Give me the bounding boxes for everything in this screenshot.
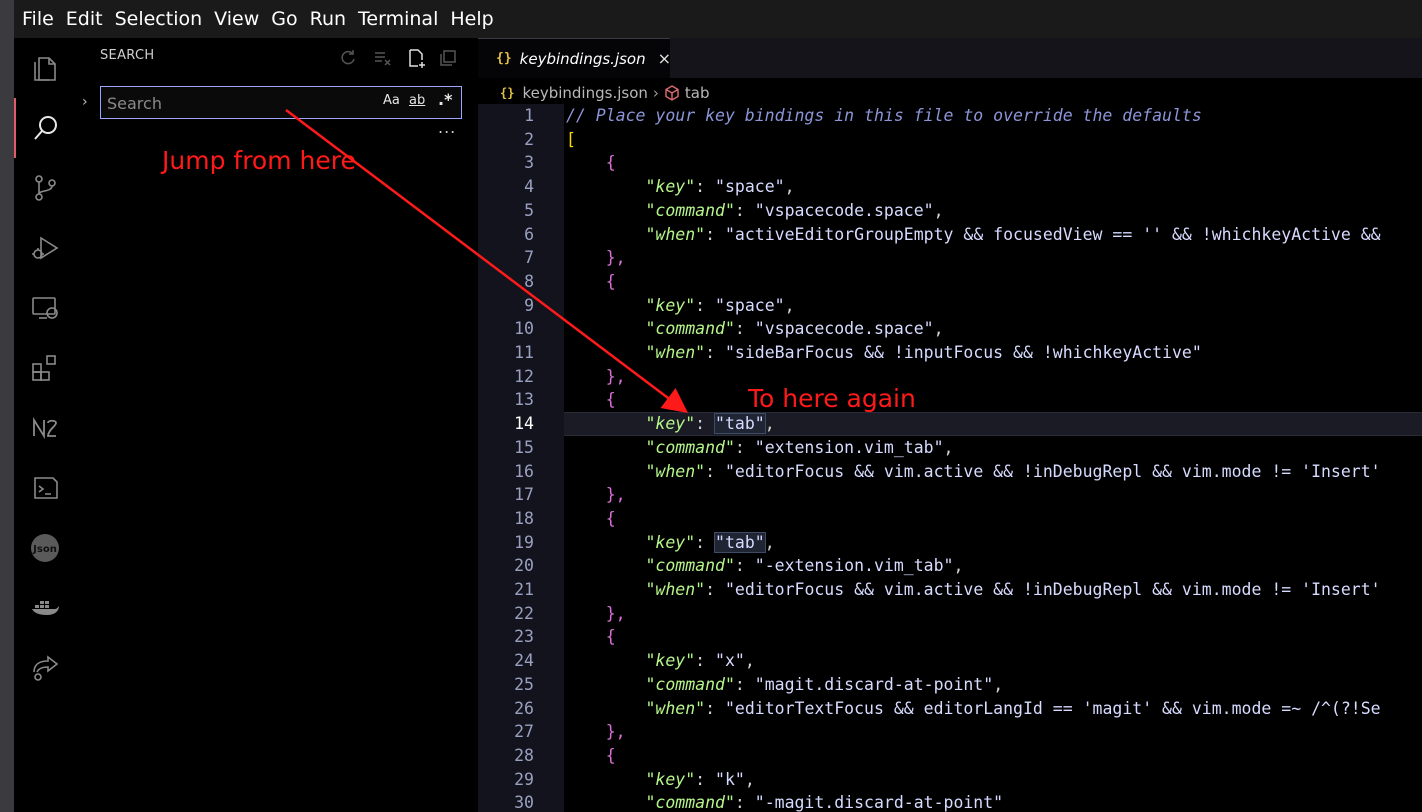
terminal-icon[interactable] [14, 458, 76, 518]
code-line: 29 "key": "k", [514, 769, 755, 789]
code-line: 7 }, [524, 248, 626, 268]
whole-word-icon[interactable]: ab [409, 93, 425, 108]
json-file-icon: {} [500, 86, 515, 100]
cube-icon [665, 85, 679, 101]
sidebar-title: SEARCH [100, 48, 155, 63]
breadcrumb-symbol[interactable]: tab [685, 84, 710, 102]
search-input[interactable] [107, 91, 367, 115]
editor-area: {} keybindings.json × {} keybindings.jso… [478, 38, 1422, 812]
refresh-icon[interactable] [338, 48, 358, 68]
code-line: 15 "command": "extension.vim_tab", [514, 437, 954, 457]
code-line: 11 "when": "sideBarFocus && !inputFocus … [514, 343, 1202, 362]
activity-bar: Json [14, 38, 76, 812]
run-debug-icon[interactable] [14, 218, 76, 278]
clear-results-icon[interactable] [372, 48, 392, 68]
docker-icon[interactable] [14, 578, 76, 638]
menu-help[interactable]: Help [450, 8, 493, 30]
search-icon[interactable] [14, 98, 76, 158]
code-line: 3 { [524, 153, 616, 173]
code-line: 28 { [514, 745, 616, 765]
remote-explorer-icon[interactable] [14, 278, 76, 338]
code-line: 13 { [514, 390, 616, 410]
code-line: 27 }, [514, 722, 626, 742]
window-border [0, 0, 14, 812]
code-line: 17 }, [514, 485, 626, 505]
code-line: 8 { [524, 271, 616, 291]
svg-text:Json: Json [32, 544, 57, 555]
code-line: 20 "command": "-extension.vim_tab", [514, 556, 964, 576]
menu-go[interactable]: Go [271, 8, 297, 30]
menu-view[interactable]: View [214, 8, 259, 30]
match-case-icon[interactable]: Aa [383, 93, 400, 108]
code-line: 4 "key": "space", [524, 177, 795, 197]
code-line: 16 "when": "editorFocus && vim.active &&… [514, 461, 1381, 481]
live-share-icon[interactable] [14, 638, 76, 698]
menu-edit[interactable]: Edit [66, 8, 103, 30]
replace-toggle-icon[interactable]: › [82, 94, 88, 110]
extensions-icon[interactable] [14, 338, 76, 398]
tab-keybindings-json[interactable]: {} keybindings.json × [478, 38, 671, 78]
code-line: 9 "key": "space", [524, 295, 795, 315]
explorer-icon[interactable] [14, 38, 76, 98]
code-line: 18 { [514, 508, 616, 528]
toggle-search-details-icon[interactable]: ... [438, 118, 456, 137]
menu-run[interactable]: Run [310, 8, 346, 30]
breadcrumb-separator: › [652, 84, 659, 102]
code-line: 23 { [514, 627, 616, 647]
menu-selection[interactable]: Selection [115, 8, 203, 30]
json-file-icon: {} [496, 51, 512, 66]
tab-bar: {} keybindings.json × [478, 38, 1422, 78]
source-control-icon[interactable] [14, 158, 76, 218]
code-line: 22 }, [514, 603, 626, 623]
code-line: 12 }, [514, 366, 626, 386]
new-search-editor-icon[interactable] [406, 48, 426, 68]
menu-file[interactable]: File [22, 8, 54, 30]
code-line: 10 "command": "vspacecode.space", [514, 319, 944, 339]
collapse-all-icon[interactable] [438, 48, 458, 68]
code-line: 2[ [524, 129, 576, 149]
code-line: 26 "when": "editorTextFocus && editorLan… [514, 698, 1381, 718]
menu-terminal[interactable]: Terminal [358, 8, 438, 30]
close-icon[interactable]: × [658, 49, 671, 68]
code-line: 24 "key": "x", [514, 651, 755, 671]
code-editor[interactable]: 1// Place your key bindings in this file… [478, 104, 1422, 812]
breadcrumb-file[interactable]: keybindings.json [522, 84, 647, 102]
vscode-window: File Edit Selection View Go Run Terminal… [0, 0, 1422, 812]
code-line: 30 "command": "-magit.discard-at-point" [514, 793, 1004, 812]
menu-bar: File Edit Selection View Go Run Terminal… [14, 0, 1422, 38]
code-line: 19 "key": "tab", [514, 531, 775, 553]
regex-icon[interactable]: .* [438, 90, 452, 109]
code-line: 5 "command": "vspacecode.space", [524, 200, 944, 220]
code-line: 1// Place your key bindings in this file… [524, 106, 1202, 125]
code-line: 21 "when": "editorFocus && vim.active &&… [514, 580, 1381, 599]
code-line: 6 "when": "activeEditorGroupEmpty && foc… [524, 224, 1381, 244]
n2-icon[interactable] [14, 398, 76, 458]
search-box: Aa ab .* [100, 86, 462, 119]
code-line-current: 14 "key": "tab", [478, 412, 1422, 436]
breadcrumb: {} keybindings.json › tab [500, 82, 709, 104]
search-sidebar: SEARCH › Aa ab .* ... [76, 38, 476, 812]
tab-label: keybindings.json [519, 49, 646, 68]
json-icon[interactable]: Json [14, 518, 76, 578]
code-line: 25 "command": "magit.discard-at-point", [514, 674, 1004, 694]
